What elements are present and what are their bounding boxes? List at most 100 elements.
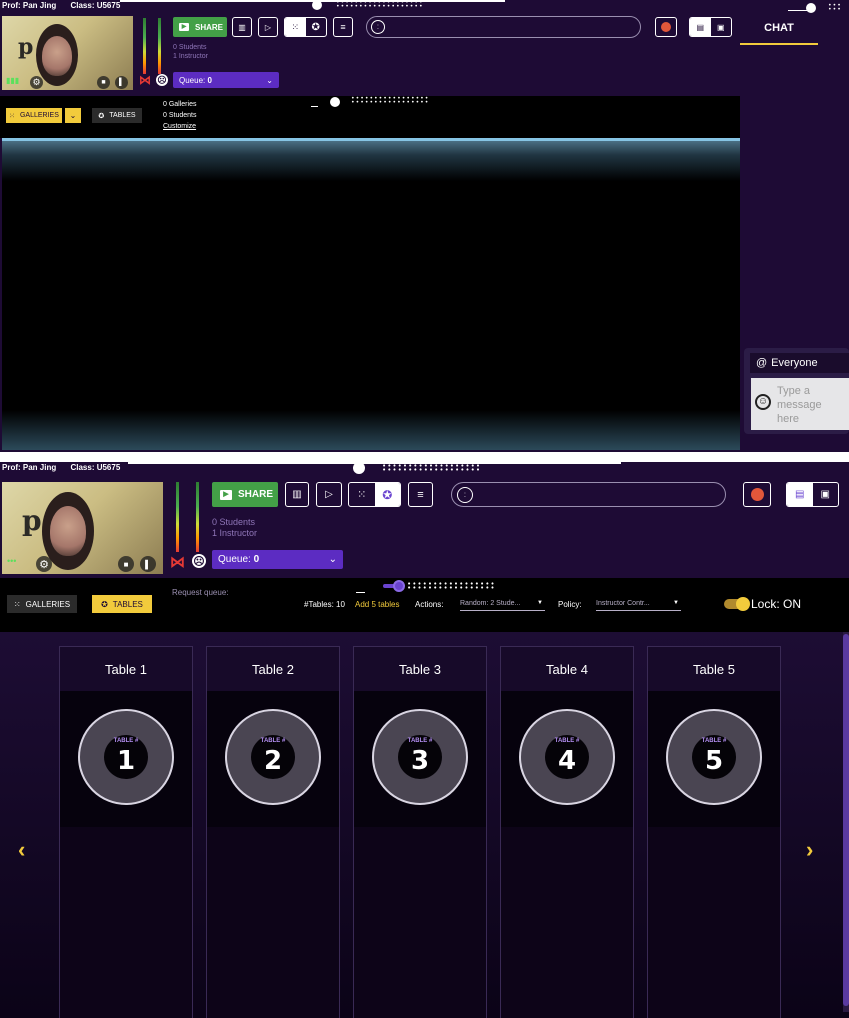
table-seat-area: TABLE # 5 [648, 691, 780, 827]
search-input[interactable]: ⁚ [366, 16, 641, 38]
search-scroll-knob[interactable]: ⁚ [371, 20, 385, 34]
soccer-ball-icon: ✪ [101, 599, 108, 609]
gear-icon[interactable]: ⚙ [36, 556, 52, 572]
tables-view-panel: Prof: Pan Jing Class: U5675 ••••••••••••… [0, 462, 849, 1018]
record-button[interactable] [655, 17, 677, 37]
customize-link[interactable]: Customize [163, 121, 196, 132]
top-slider-knob[interactable] [312, 0, 322, 10]
gear-icon[interactable]: ⚙ [30, 76, 43, 89]
chevron-left-icon[interactable]: ‹ [18, 837, 25, 863]
bar-chart-icon[interactable]: ▥ [285, 482, 309, 507]
message-input[interactable]: ☺ Type a message here [751, 378, 849, 430]
tab-chat[interactable]: CHAT [740, 22, 818, 34]
chat-toggle[interactable]: ▤ ▣ [689, 17, 732, 37]
bar-chart-icon[interactable]: ▥ [232, 17, 252, 37]
grid-icon[interactable]: ⁙ [349, 483, 375, 506]
lock-toggle[interactable] [724, 597, 750, 611]
recipient-selector[interactable]: @ Everyone [750, 353, 849, 373]
table-circle[interactable]: TABLE # 4 [519, 709, 615, 805]
table-seat-area: TABLE # 1 [60, 691, 192, 827]
table-tag: TABLE # [260, 738, 286, 744]
mic-icon[interactable]: ▌ [115, 76, 128, 89]
table-circle[interactable]: TABLE # 5 [666, 709, 762, 805]
share-button[interactable]: ▶ SHARE [173, 17, 227, 37]
galleries-button[interactable]: ⁙ GALLERIES [6, 108, 62, 123]
subbar-slider-knob[interactable] [330, 97, 340, 107]
grid-icon[interactable]: ⁙ [285, 18, 306, 36]
queue-value: 0 [207, 75, 212, 85]
mic-icon[interactable]: ▌ [140, 556, 156, 572]
camera-icon[interactable]: ■ [118, 556, 134, 572]
gallery-counts: 0 Galleries 0 Students Customize [163, 99, 196, 132]
chat-toggle[interactable]: ▤ ▣ [786, 482, 839, 507]
table-card[interactable]: Table 2 TABLE # 2 [206, 646, 340, 1018]
table-card[interactable]: Table 1 TABLE # 1 [59, 646, 193, 1018]
top-slider-knob[interactable] [353, 462, 365, 474]
search-input[interactable]: ⁚ [451, 482, 726, 507]
class-label: Class: U5675 [70, 1, 121, 10]
tables-subbar-dash [356, 592, 365, 593]
play-screen-icon[interactable]: ▷ [258, 17, 278, 37]
table-tag: TABLE # [554, 738, 580, 744]
chat-multi-icon[interactable]: ▣ [813, 483, 839, 506]
chat-multi-icon[interactable]: ▣ [711, 18, 732, 36]
audio-meter-left [143, 18, 146, 74]
table-name: Table 5 [648, 647, 780, 691]
queue-text: Queue: 0 [179, 76, 212, 85]
table-number: 4 [557, 746, 577, 776]
lock-toggle-knob [736, 597, 750, 611]
smiley-icon[interactable]: ☺ [755, 394, 771, 410]
galleries-button[interactable]: ⁙ GALLERIES [7, 595, 77, 613]
share-button[interactable]: ▶ SHARE [212, 482, 278, 507]
tables-slider-knob[interactable] [393, 580, 405, 592]
search-scroll-knob[interactable]: ⁚ [457, 487, 473, 503]
table-card[interactable]: Table 4 TABLE # 4 [500, 646, 634, 1018]
add-tables-link[interactable]: Add 5 tables [355, 600, 399, 609]
galleries-dropdown-caret[interactable]: ⌄ [65, 108, 81, 123]
instructor-video[interactable]: p ••• ⚙ ■ ▌ [2, 482, 163, 574]
table-card[interactable]: Table 5 TABLE # 5 [647, 646, 781, 1018]
stage-top-glow [2, 141, 740, 181]
table-circle[interactable]: TABLE # 3 [372, 709, 468, 805]
table-name: Table 4 [501, 647, 633, 691]
soccer-ball-icon[interactable]: ✪ [306, 18, 327, 36]
scrollbar-track[interactable] [843, 632, 849, 1012]
request-queue-label: Request queue: [172, 588, 229, 597]
record-button[interactable] [743, 482, 771, 507]
play-screen-icon[interactable]: ▷ [316, 482, 342, 507]
instructor-video[interactable]: p ▮▮▮ ⚙ ■ ▌ [2, 16, 133, 90]
stage-bottom-glow [2, 410, 740, 450]
galleries-count: 0 Galleries [163, 101, 197, 108]
queue-dropdown[interactable]: Queue: 0 ⌄ [173, 72, 279, 88]
background-letter: p [22, 504, 42, 537]
face-shape [50, 506, 86, 556]
table-circle[interactable]: TABLE # 1 [78, 709, 174, 805]
chevron-right-icon[interactable]: › [806, 837, 813, 863]
soccer-ball-icon[interactable]: ✪ [374, 483, 400, 506]
actions-dropdown[interactable]: Random: 2 Stude... ▼ [460, 600, 545, 611]
view-toggle[interactable]: ⁙ ✪ [348, 482, 401, 507]
record-icon [750, 488, 764, 501]
chat-bubble-icon[interactable]: ▤ [690, 18, 711, 36]
prof-label: Prof: Pan Jing [2, 463, 57, 472]
tables-button[interactable]: ✪ TABLES [92, 108, 142, 123]
camera-icon[interactable]: ■ [97, 76, 110, 89]
policy-dropdown[interactable]: Instructor Contr... ▼ [596, 600, 681, 611]
chat-slider-knob[interactable] [806, 3, 816, 13]
queue-dropdown[interactable]: Queue: 0 ⌄ [212, 550, 343, 569]
menu-icon[interactable]: ≡ [408, 482, 433, 507]
view-toggle[interactable]: ⁙ ✪ [284, 17, 327, 37]
audio-meter-right [196, 482, 199, 552]
policy-label: Policy: [558, 600, 582, 609]
table-circle[interactable]: TABLE # 2 [225, 709, 321, 805]
chat-bubble-icon[interactable]: ▤ [787, 483, 813, 506]
menu-icon[interactable]: ≡ [333, 17, 353, 37]
scrollbar-thumb[interactable] [843, 634, 849, 1006]
queue-value: 0 [253, 554, 260, 565]
table-card[interactable]: Table 3 TABLE # 3 [353, 646, 487, 1018]
tables-button[interactable]: ✪ TABLES [92, 595, 152, 613]
bowtie-icon: ⋈ [139, 73, 151, 87]
sad-face-icon[interactable]: ☹ [156, 74, 168, 86]
message-placeholder: Type a message here [777, 385, 822, 425]
sad-face-icon[interactable]: ☹ [192, 554, 206, 568]
